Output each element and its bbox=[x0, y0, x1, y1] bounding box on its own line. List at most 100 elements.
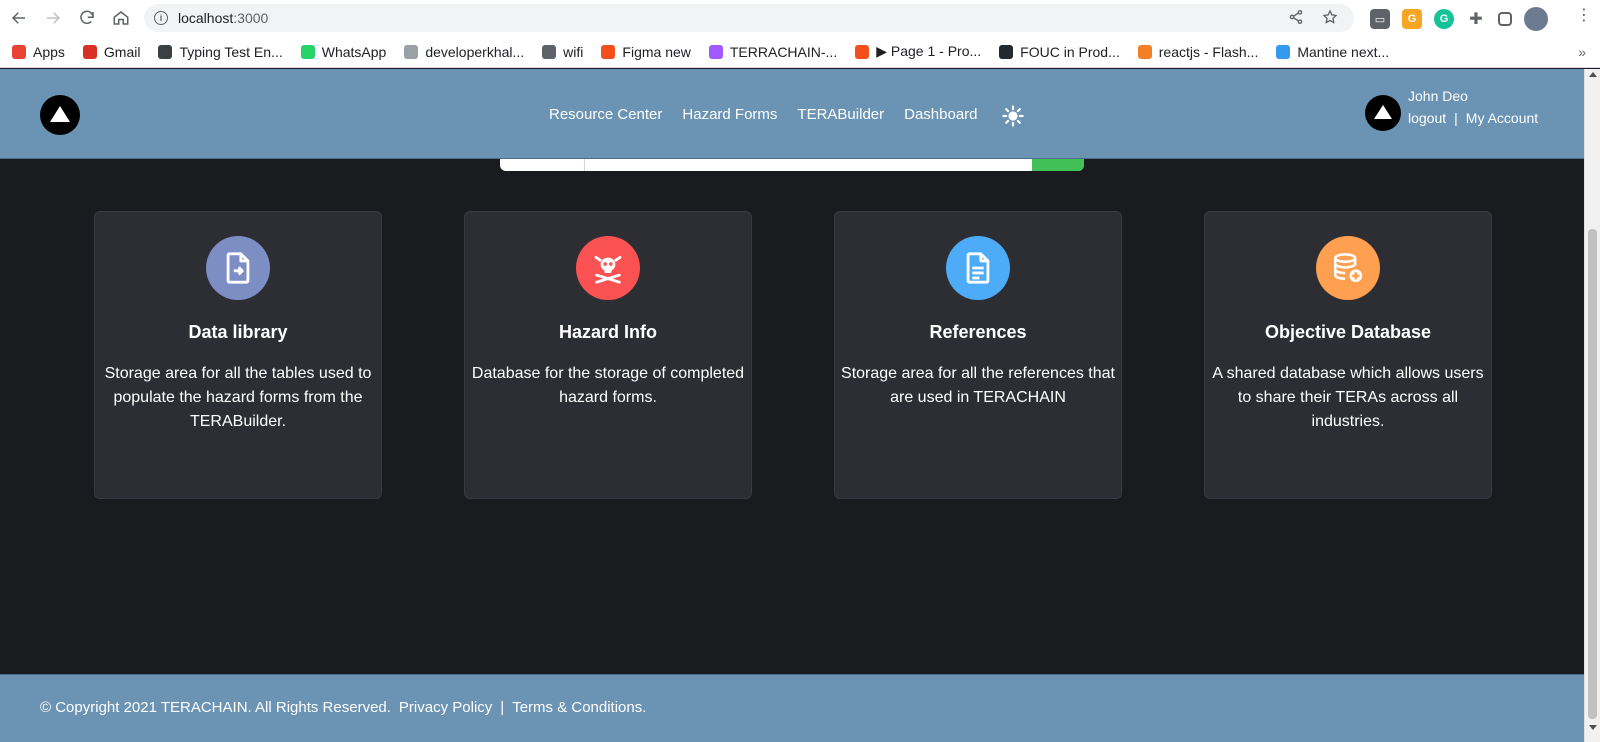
profile-avatar[interactable] bbox=[1524, 7, 1548, 31]
bookmarks-bar: Apps Gmail Typing Test En... WhatsApp develo… bbox=[0, 36, 1600, 68]
footer: © Copyright 2021 TERACHAIN. All Rights R… bbox=[0, 674, 1584, 742]
separator: | bbox=[500, 699, 505, 716]
bookmarks-more-icon[interactable]: » bbox=[1578, 44, 1586, 60]
database-add-icon bbox=[1316, 236, 1380, 300]
sidepanel-icon[interactable] bbox=[1498, 12, 1512, 26]
favicon-icon bbox=[708, 44, 723, 59]
extension-icon[interactable]: ▭ bbox=[1370, 9, 1390, 29]
bookmark-item[interactable]: Apps bbox=[12, 44, 65, 60]
bookmark-label: Mantine next... bbox=[1297, 43, 1390, 60]
card-references[interactable]: References Storage area for all the refe… bbox=[834, 211, 1122, 499]
url-text: localhost:3000 bbox=[178, 10, 268, 26]
card-title: Data library bbox=[188, 322, 288, 342]
info-icon[interactable]: i bbox=[154, 11, 168, 25]
scrollbar[interactable] bbox=[1584, 69, 1600, 742]
forward-icon[interactable] bbox=[38, 3, 68, 33]
card-title: Hazard Info bbox=[558, 322, 657, 342]
bookmark-item[interactable]: FOUC in Prod... bbox=[999, 44, 1120, 60]
privacy-policy-link[interactable]: Privacy Policy bbox=[399, 699, 492, 716]
skull-crossbones-icon bbox=[576, 236, 640, 300]
bookmark-label: Gmail bbox=[103, 43, 141, 60]
bookmark-label: reactjs - Flash... bbox=[1158, 43, 1259, 60]
bookmark-item[interactable]: wifi bbox=[542, 44, 583, 60]
logo[interactable] bbox=[40, 95, 80, 135]
scroll-down-icon[interactable] bbox=[1589, 725, 1597, 730]
logout-link[interactable]: logout bbox=[1408, 110, 1446, 126]
bookmark-item[interactable]: developerkhal... bbox=[404, 44, 524, 60]
address-bar[interactable]: i localhost:3000 bbox=[144, 4, 1354, 32]
apps-grid-icon bbox=[12, 44, 26, 59]
search-bar[interactable] bbox=[500, 159, 1084, 171]
card-description: Storage area for all the tables used to … bbox=[104, 365, 372, 430]
bookmark-item[interactable]: Gmail bbox=[82, 43, 141, 60]
favicon-icon bbox=[855, 44, 870, 59]
favicon-icon bbox=[1137, 44, 1152, 59]
card-objective-database[interactable]: Objective Database A shared database whi… bbox=[1204, 211, 1492, 499]
card-data-library[interactable]: Data library Storage area for all the ta… bbox=[94, 211, 382, 499]
bookmark-item[interactable]: Mantine next... bbox=[1276, 44, 1389, 60]
favicon-icon bbox=[542, 44, 557, 59]
favicon-icon bbox=[601, 44, 616, 59]
bookmark-label: Figma new bbox=[622, 43, 691, 60]
triangle-icon bbox=[50, 105, 70, 122]
puzzle-icon[interactable]: ✚ bbox=[1466, 9, 1486, 29]
home-icon[interactable] bbox=[106, 3, 136, 33]
nav-dashboard[interactable]: Dashboard bbox=[904, 106, 977, 123]
bookmark-star-icon[interactable] bbox=[1322, 9, 1338, 25]
main-nav: Resource Center Hazard Forms TERABuilder… bbox=[549, 106, 978, 123]
favicon-icon bbox=[300, 44, 315, 59]
document-icon bbox=[946, 236, 1010, 300]
sun-icon[interactable] bbox=[1002, 105, 1024, 127]
card-description: A shared database which allows users to … bbox=[1212, 365, 1484, 430]
grammarly-icon[interactable]: G bbox=[1434, 9, 1454, 29]
card-title: References bbox=[929, 322, 1027, 342]
reload-icon[interactable] bbox=[72, 3, 102, 33]
bookmark-label: Typing Test En... bbox=[179, 43, 283, 60]
bookmark-label: ▶ Page 1 - Pro... bbox=[876, 43, 982, 59]
bookmark-item[interactable]: Figma new bbox=[601, 43, 691, 60]
share-icon[interactable] bbox=[1288, 9, 1304, 25]
favicon-icon bbox=[999, 44, 1014, 59]
url-host: localhost bbox=[178, 10, 234, 26]
back-icon[interactable] bbox=[4, 3, 34, 33]
card-title: Objective Database bbox=[1264, 322, 1432, 342]
user-name: John Deo bbox=[1408, 88, 1468, 104]
card-description: Database for the storage of completed ha… bbox=[471, 365, 745, 406]
bookmark-label: WhatsApp bbox=[321, 43, 387, 60]
separator: | bbox=[1454, 110, 1458, 126]
main-content: Data library Storage area for all the ta… bbox=[0, 160, 1584, 674]
bookmark-label: Apps bbox=[33, 43, 65, 60]
menu-icon[interactable]: ⋮ bbox=[1576, 8, 1592, 24]
nav-resource-center[interactable]: Resource Center bbox=[549, 106, 662, 123]
triangle-icon bbox=[1374, 104, 1392, 119]
bookmark-item[interactable]: WhatsApp bbox=[300, 43, 387, 60]
bookmark-label: TERRACHAIN-... bbox=[729, 43, 838, 60]
browser-toolbar: i localhost:3000 ▭ G G ✚ ⋮ bbox=[0, 0, 1600, 36]
favicon-icon bbox=[1276, 44, 1291, 59]
app-header: Resource Center Hazard Forms TERABuilder… bbox=[0, 69, 1584, 159]
bookmark-item[interactable]: Typing Test En... bbox=[158, 43, 283, 60]
card-hazard-info[interactable]: Hazard Info Database for the storage of … bbox=[464, 211, 752, 499]
copyright-text: © Copyright 2021 TERACHAIN. All Rights R… bbox=[40, 699, 391, 716]
bookmark-label: wifi bbox=[563, 43, 584, 60]
bookmark-item[interactable]: ▶ Page 1 - Pro... bbox=[855, 43, 981, 60]
search-button[interactable] bbox=[1032, 159, 1084, 171]
bookmark-label: FOUC in Prod... bbox=[1020, 43, 1120, 60]
my-account-link[interactable]: My Account bbox=[1466, 110, 1538, 126]
file-import-icon bbox=[206, 236, 270, 300]
card-description: Storage area for all the references that… bbox=[841, 365, 1115, 406]
scroll-up-icon[interactable] bbox=[1589, 72, 1597, 77]
terms-link[interactable]: Terms & Conditions. bbox=[512, 699, 646, 716]
avatar[interactable] bbox=[1365, 95, 1401, 131]
bookmark-item[interactable]: reactjs - Flash... bbox=[1137, 43, 1259, 60]
grammarly-g-icon[interactable]: G bbox=[1402, 9, 1422, 29]
favicon-icon bbox=[404, 44, 419, 59]
favicon-icon bbox=[82, 44, 97, 59]
favicon-icon bbox=[158, 44, 173, 59]
url-port: :3000 bbox=[233, 10, 269, 26]
nav-terabuilder[interactable]: TERABuilder bbox=[797, 106, 884, 123]
nav-hazard-forms[interactable]: Hazard Forms bbox=[682, 106, 777, 123]
bookmark-item[interactable]: TERRACHAIN-... bbox=[708, 43, 838, 60]
scroll-thumb[interactable] bbox=[1588, 229, 1597, 719]
bookmark-label: developerkhal... bbox=[425, 43, 525, 60]
